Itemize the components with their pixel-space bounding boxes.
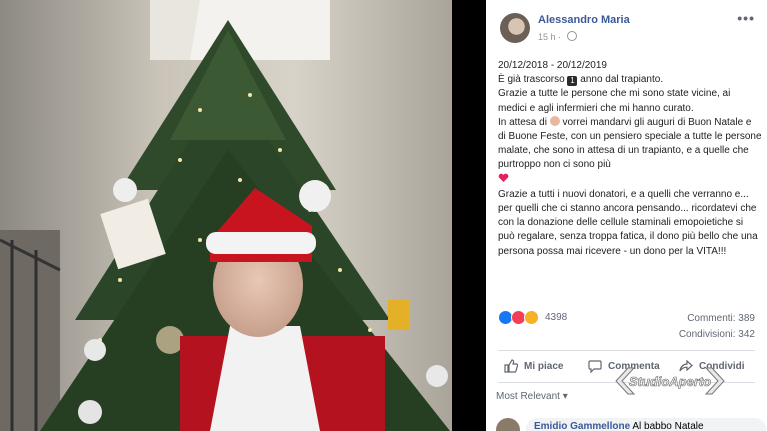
watermark-text: StudioAperto bbox=[629, 374, 711, 389]
post-time[interactable]: 15 h bbox=[538, 32, 556, 42]
studioaperto-watermark: StudioAperto bbox=[614, 366, 726, 396]
globe-icon bbox=[566, 31, 577, 41]
actions-divider-top bbox=[498, 350, 755, 351]
post-text: 20/12/2018 - 20/12/2019 È già trascorso … bbox=[498, 59, 762, 259]
post-meta: 15 h · bbox=[538, 31, 577, 42]
post-line-anniversary: È già trascorso 1 anno dal trapianto. bbox=[498, 74, 664, 87]
red-heart-icon bbox=[498, 173, 509, 182]
sort-label: Most Relevant bbox=[496, 391, 560, 402]
comment-preview: Emidio Gammellone Al babbo Natale bbox=[486, 410, 767, 431]
thumbs-up-icon bbox=[504, 359, 518, 373]
comment-icon bbox=[588, 360, 602, 373]
caret-down-icon: ▾ bbox=[562, 391, 568, 402]
wow-icon bbox=[524, 309, 539, 325]
comment-text: Al babbo Natale bbox=[632, 421, 704, 431]
keycap-one-icon: 1 bbox=[567, 76, 578, 87]
more-options-icon[interactable]: ••• bbox=[737, 10, 755, 26]
post-line-wishes: In attesa di vorrei mandarvi gli auguri … bbox=[498, 115, 762, 171]
like-label: Mi piace bbox=[524, 360, 564, 372]
commenter-avatar[interactable] bbox=[496, 418, 520, 431]
santa-claus-icon bbox=[549, 115, 560, 126]
commenter-name[interactable]: Emidio Gammellone bbox=[534, 421, 630, 431]
post-line-thanks: Grazie a tutte le persone che mi sono st… bbox=[498, 88, 731, 114]
comment-bubble: Emidio Gammellone Al babbo Natale bbox=[526, 418, 766, 431]
date-range: 20/12/2018 - 20/12/2019 bbox=[498, 60, 607, 71]
post-photo[interactable] bbox=[0, 0, 452, 431]
dot-separator: · bbox=[558, 32, 564, 42]
christmas-tree-photo bbox=[0, 0, 452, 431]
reactions-count: 4398 bbox=[545, 311, 568, 323]
author-avatar[interactable] bbox=[500, 13, 530, 43]
comments-count[interactable]: Commenti: 389 bbox=[687, 313, 755, 324]
comment-sort-dropdown[interactable]: Most Relevant ▾ bbox=[496, 391, 568, 402]
post-header: Alessandro Maria 15 h · ••• bbox=[486, 0, 767, 50]
studioaperto-logo-icon: StudioAperto bbox=[615, 367, 725, 395]
like-button[interactable]: Mi piace bbox=[504, 357, 563, 375]
reactions-summary[interactable]: 4398 bbox=[498, 309, 568, 325]
post-line-heart bbox=[498, 173, 762, 188]
post-line-donors: Grazie a tutti i nuovi donatori, e a que… bbox=[498, 188, 758, 257]
shares-count[interactable]: Condivisioni: 342 bbox=[679, 329, 755, 340]
author-name[interactable]: Alessandro Maria bbox=[538, 14, 630, 26]
